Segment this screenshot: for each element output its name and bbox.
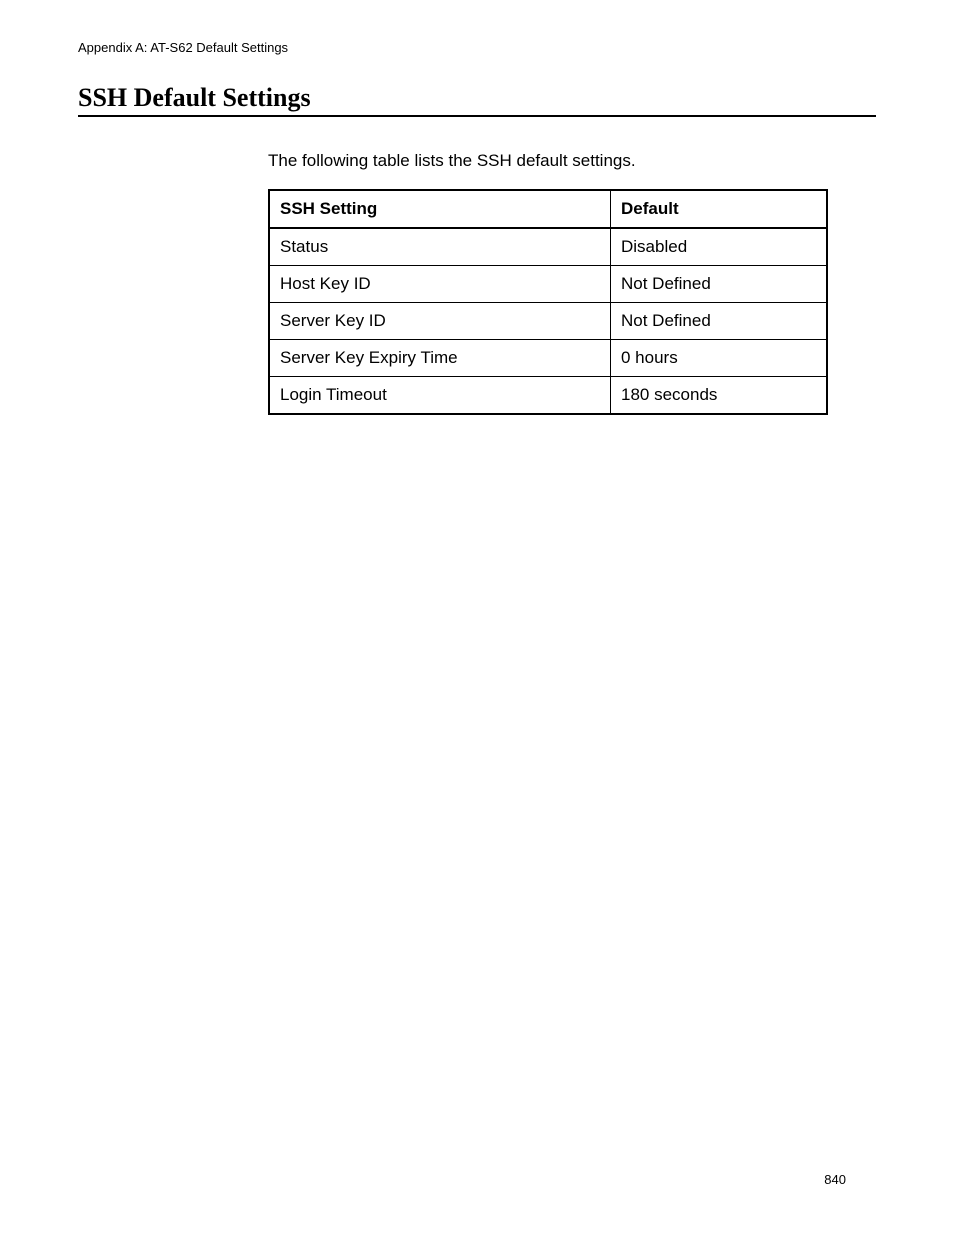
cell-default: Disabled <box>611 228 828 266</box>
cell-default: 0 hours <box>611 340 828 377</box>
cell-setting: Server Key ID <box>269 303 611 340</box>
cell-default: 180 seconds <box>611 377 828 415</box>
cell-setting: Login Timeout <box>269 377 611 415</box>
ssh-settings-table: SSH Setting Default Status Disabled Host… <box>268 189 828 415</box>
section-title: SSH Default Settings <box>78 83 876 117</box>
table-row: Host Key ID Not Defined <box>269 266 827 303</box>
table-header-row: SSH Setting Default <box>269 190 827 228</box>
cell-default: Not Defined <box>611 266 828 303</box>
table-row: Server Key ID Not Defined <box>269 303 827 340</box>
table-header-default: Default <box>611 190 828 228</box>
cell-setting: Host Key ID <box>269 266 611 303</box>
cell-default: Not Defined <box>611 303 828 340</box>
running-header: Appendix A: AT-S62 Default Settings <box>78 40 876 55</box>
table-row: Status Disabled <box>269 228 827 266</box>
table-row: Server Key Expiry Time 0 hours <box>269 340 827 377</box>
page: Appendix A: AT-S62 Default Settings SSH … <box>0 0 954 1235</box>
table-row: Login Timeout 180 seconds <box>269 377 827 415</box>
cell-setting: Server Key Expiry Time <box>269 340 611 377</box>
cell-setting: Status <box>269 228 611 266</box>
intro-paragraph: The following table lists the SSH defaul… <box>268 151 876 171</box>
table-header-setting: SSH Setting <box>269 190 611 228</box>
page-number: 840 <box>824 1172 846 1187</box>
